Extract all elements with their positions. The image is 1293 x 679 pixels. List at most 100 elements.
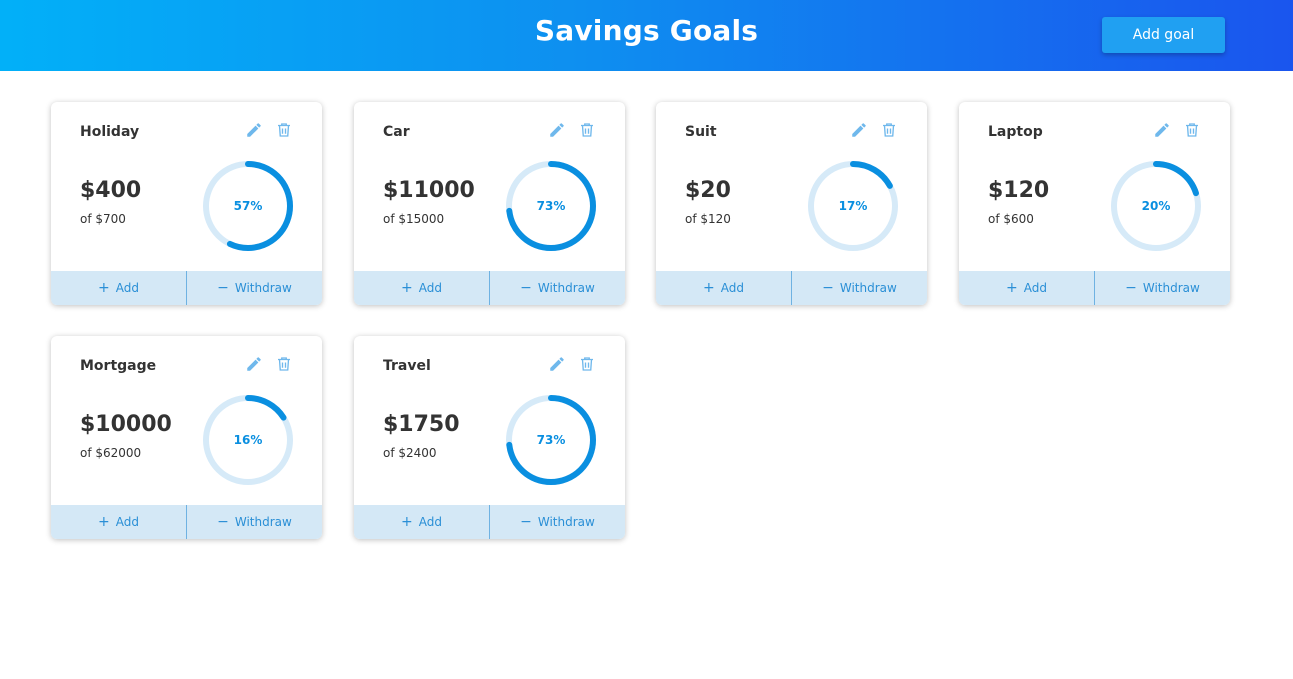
edit-goal-button[interactable] bbox=[245, 121, 263, 139]
progress-ring: 73% bbox=[504, 393, 598, 487]
progress-ring: 20% bbox=[1109, 159, 1203, 253]
minus-icon: − bbox=[822, 280, 834, 296]
progress-ring: 73% bbox=[504, 159, 598, 253]
plus-icon: + bbox=[98, 280, 110, 296]
target-amount: of $15000 bbox=[383, 212, 445, 226]
edit-goal-button[interactable] bbox=[1153, 121, 1171, 139]
trash-icon bbox=[581, 357, 593, 371]
target-amount: of $62000 bbox=[80, 446, 142, 460]
trash-icon bbox=[581, 123, 593, 137]
delete-goal-button[interactable] bbox=[275, 355, 293, 373]
goal-name: Mortgage bbox=[80, 358, 157, 374]
edit-goal-button[interactable] bbox=[850, 121, 868, 139]
minus-icon: − bbox=[1125, 280, 1137, 296]
withdraw-label: Withdraw bbox=[839, 281, 897, 295]
edit-goal-button[interactable] bbox=[548, 121, 566, 139]
goal-card: Travel $1750 of $2400 73% + Add − Withdr… bbox=[354, 336, 625, 539]
withdraw-button[interactable]: − Withdraw bbox=[1094, 271, 1230, 305]
withdraw-button[interactable]: − Withdraw bbox=[791, 271, 927, 305]
goal-card: Mortgage $10000 of $62000 16% + Add − Wi… bbox=[51, 336, 322, 539]
progress-percent: 17% bbox=[838, 199, 868, 213]
add-label: Add bbox=[720, 281, 744, 295]
saved-amount: $11000 bbox=[383, 178, 475, 203]
add-label: Add bbox=[115, 281, 139, 295]
withdraw-label: Withdraw bbox=[1142, 281, 1200, 295]
delete-goal-button[interactable] bbox=[1183, 121, 1201, 139]
pencil-icon bbox=[1155, 123, 1169, 137]
saved-amount: $400 bbox=[80, 178, 142, 203]
pencil-icon bbox=[550, 123, 564, 137]
delete-goal-button[interactable] bbox=[880, 121, 898, 139]
plus-icon: + bbox=[401, 514, 413, 530]
withdraw-label: Withdraw bbox=[537, 281, 595, 295]
minus-icon: − bbox=[520, 514, 532, 530]
saved-amount: $20 bbox=[685, 178, 731, 203]
delete-goal-button[interactable] bbox=[578, 355, 596, 373]
add-label: Add bbox=[1023, 281, 1047, 295]
edit-goal-button[interactable] bbox=[548, 355, 566, 373]
trash-icon bbox=[1186, 123, 1198, 137]
progress-percent: 20% bbox=[1141, 199, 1171, 213]
goal-name: Laptop bbox=[988, 124, 1043, 140]
progress-percent: 73% bbox=[536, 199, 566, 213]
add-label: Add bbox=[115, 515, 139, 529]
progress-ring: 57% bbox=[201, 159, 295, 253]
target-amount: of $120 bbox=[685, 212, 731, 226]
delete-goal-button[interactable] bbox=[578, 121, 596, 139]
minus-icon: − bbox=[217, 280, 229, 296]
withdraw-label: Withdraw bbox=[234, 281, 292, 295]
trash-icon bbox=[883, 123, 895, 137]
minus-icon: − bbox=[520, 280, 532, 296]
target-amount: of $700 bbox=[80, 212, 126, 226]
goal-name: Travel bbox=[383, 358, 431, 374]
progress-percent: 73% bbox=[536, 433, 566, 447]
withdraw-button[interactable]: − Withdraw bbox=[186, 271, 322, 305]
saved-amount: $10000 bbox=[80, 412, 172, 437]
withdraw-button[interactable]: − Withdraw bbox=[489, 505, 625, 539]
add-funds-button[interactable]: + Add bbox=[656, 271, 791, 305]
progress-ring: 16% bbox=[201, 393, 295, 487]
add-funds-button[interactable]: + Add bbox=[354, 271, 489, 305]
goal-actions: + Add − Withdraw bbox=[51, 271, 322, 305]
add-funds-button[interactable]: + Add bbox=[51, 271, 186, 305]
add-funds-button[interactable]: + Add bbox=[51, 505, 186, 539]
minus-icon: − bbox=[217, 514, 229, 530]
edit-goal-button[interactable] bbox=[245, 355, 263, 373]
trash-icon bbox=[278, 123, 290, 137]
page-title: Savings Goals bbox=[534, 14, 759, 47]
delete-goal-button[interactable] bbox=[275, 121, 293, 139]
withdraw-button[interactable]: − Withdraw bbox=[489, 271, 625, 305]
withdraw-label: Withdraw bbox=[537, 515, 595, 529]
progress-percent: 16% bbox=[233, 433, 263, 447]
progress-ring: 17% bbox=[806, 159, 900, 253]
goal-card: Suit $20 of $120 17% + Add − Withdraw bbox=[656, 102, 927, 305]
add-funds-button[interactable]: + Add bbox=[354, 505, 489, 539]
goal-name: Suit bbox=[685, 124, 717, 140]
withdraw-button[interactable]: − Withdraw bbox=[186, 505, 322, 539]
trash-icon bbox=[278, 357, 290, 371]
add-goal-button[interactable]: Add goal bbox=[1102, 17, 1225, 53]
goal-actions: + Add − Withdraw bbox=[959, 271, 1230, 305]
plus-icon: + bbox=[98, 514, 110, 530]
add-funds-button[interactable]: + Add bbox=[959, 271, 1094, 305]
goal-actions: + Add − Withdraw bbox=[51, 505, 322, 539]
saved-amount: $120 bbox=[988, 178, 1050, 203]
goal-name: Car bbox=[383, 124, 410, 140]
pencil-icon bbox=[247, 357, 261, 371]
goal-card: Car $11000 of $15000 73% + Add − Withdra… bbox=[354, 102, 625, 305]
goal-actions: + Add − Withdraw bbox=[354, 271, 625, 305]
goal-card: Holiday $400 of $700 57% + Add − Withdra… bbox=[51, 102, 322, 305]
goal-name: Holiday bbox=[80, 124, 140, 140]
add-label: Add bbox=[418, 515, 442, 529]
plus-icon: + bbox=[703, 280, 715, 296]
goal-actions: + Add − Withdraw bbox=[656, 271, 927, 305]
pencil-icon bbox=[247, 123, 261, 137]
add-label: Add bbox=[418, 281, 442, 295]
target-amount: of $600 bbox=[988, 212, 1034, 226]
withdraw-label: Withdraw bbox=[234, 515, 292, 529]
plus-icon: + bbox=[1006, 280, 1018, 296]
pencil-icon bbox=[852, 123, 866, 137]
pencil-icon bbox=[550, 357, 564, 371]
goal-actions: + Add − Withdraw bbox=[354, 505, 625, 539]
saved-amount: $1750 bbox=[383, 412, 460, 437]
